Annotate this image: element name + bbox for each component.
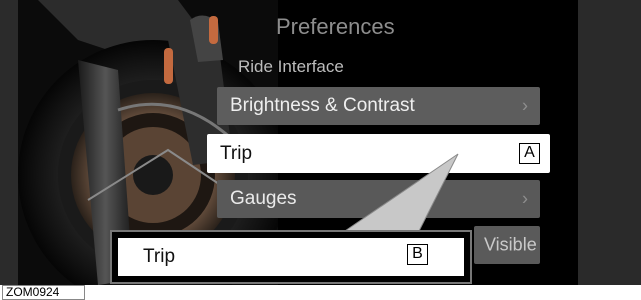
callout-b: B xyxy=(407,244,428,265)
zoom-detail-label: Trip xyxy=(143,246,176,267)
figure-id: ZOM0924 xyxy=(2,285,85,300)
dashboard-screen: Preferences Ride Interface Brightness & … xyxy=(0,0,641,285)
callout-a: A xyxy=(519,143,540,164)
